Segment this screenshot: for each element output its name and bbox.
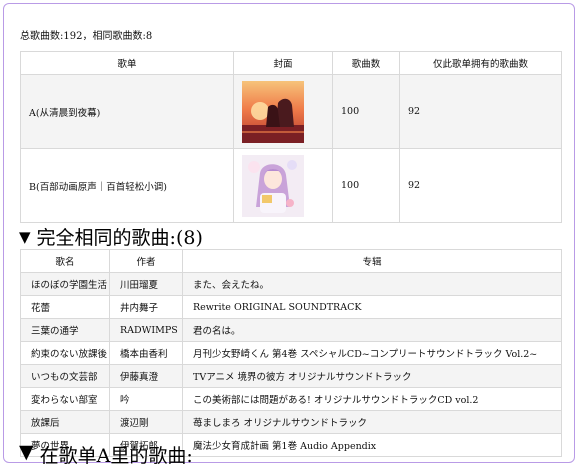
- artist-name: 川田瑠夏: [109, 272, 183, 296]
- playlist-table: 歌单 封面 歌曲数 仅此歌单拥有的歌曲数 A(从清晨到夜幕) 100 92 B(…: [20, 51, 562, 223]
- playlist-name: A(从清晨到夜幕): [20, 74, 234, 149]
- table-row: ほのぼの学園生活 川田瑠夏 また、会えたね。: [20, 272, 562, 296]
- triangle-down-icon: ▼: [19, 227, 31, 246]
- artist-name: 渡辺剛: [109, 410, 183, 434]
- next-section-toggle[interactable]: ▼ 在歌单A里的歌曲:: [19, 441, 193, 468]
- song-count: 100: [332, 74, 400, 149]
- header-artist: 作者: [109, 249, 183, 273]
- artist-name: RADWIMPS: [109, 318, 183, 342]
- album-name: 君の名は。: [182, 318, 562, 342]
- song-name: 変わらない部室: [20, 387, 110, 411]
- table-row: いつもの文芸部 伊藤真澄 TVアニメ 境界の彼方 オリジナルサウンドトラック: [20, 364, 562, 388]
- song-name: 放課后: [20, 410, 110, 434]
- song-name: 花蕾: [20, 295, 110, 319]
- same-songs-toggle[interactable]: ▼ 完全相同的歌曲:(8): [19, 223, 203, 250]
- song-name: 三葉の通学: [20, 318, 110, 342]
- unique-count: 92: [399, 148, 562, 223]
- unique-count: 92: [399, 74, 562, 149]
- playlist-name: B(百部动画原声｜百首轻松小调): [20, 148, 234, 223]
- album-name: TVアニメ 境界の彼方 オリジナルサウンドトラック: [182, 364, 562, 388]
- header-unique-count: 仅此歌单拥有的歌曲数: [399, 51, 562, 75]
- album-name: この美術部には問題がある! オリジナルサウンドトラックCD vol.2: [182, 387, 562, 411]
- artist-name: 吟: [109, 387, 183, 411]
- table-row: A(从清晨到夜幕) 100 92: [20, 74, 562, 149]
- header-album: 专辑: [182, 249, 562, 273]
- album-name: 魔法少女育成計画 第1巻 Audio Appendix: [182, 433, 562, 457]
- song-name: ほのぼの学園生活: [20, 272, 110, 296]
- table-row: 放課后 渡辺剛 苺ましまろ オリジナルサウンドトラック: [20, 410, 562, 434]
- album-name: 月刊少女野崎くん 第4巻 スペシャルCD~コンプリートサウンドトラック Vol.…: [182, 341, 562, 365]
- same-songs-table: 歌名 作者 专辑 ほのぼの学園生活 川田瑠夏 また、会えたね。 花蕾 井内舞子 …: [20, 249, 562, 457]
- table-row: 変わらない部室 吟 この美術部には問題がある! オリジナルサウンドトラックCD …: [20, 387, 562, 411]
- header-playlist: 歌单: [20, 51, 234, 75]
- triangle-down-icon: ▼: [19, 441, 34, 463]
- album-name: Rewrite ORIGINAL SOUNDTRACK: [182, 295, 562, 319]
- album-name: 苺ましまろ オリジナルサウンドトラック: [182, 410, 562, 434]
- table-row: B(百部动画原声｜百首轻松小调) 100 92: [20, 148, 562, 223]
- table-row: 約束のない放課後 橋本由香利 月刊少女野崎くん 第4巻 スペシャルCD~コンプリ…: [20, 341, 562, 365]
- artist-name: 伊藤真澄: [109, 364, 183, 388]
- table-row: 三葉の通学 RADWIMPS 君の名は。: [20, 318, 562, 342]
- song-count: 100: [332, 148, 400, 223]
- header-cover: 封面: [233, 51, 333, 75]
- song-name: 約束のない放課後: [20, 341, 110, 365]
- table-row: 花蕾 井内舞子 Rewrite ORIGINAL SOUNDTRACK: [20, 295, 562, 319]
- section-title: 完全相同的歌曲:(8): [36, 227, 203, 249]
- summary-text: 总歌曲数:192，相同歌曲数:8: [20, 31, 153, 42]
- artist-name: 橋本由香利: [109, 341, 183, 365]
- section-title: 在歌单A里的歌曲:: [39, 445, 193, 467]
- artist-name: 井内舞子: [109, 295, 183, 319]
- header-song: 歌名: [20, 249, 110, 273]
- sunset-couple-cover-art: [242, 80, 304, 143]
- anime-girl-cover-art: [242, 154, 304, 217]
- album-name: また、会えたね。: [182, 272, 562, 296]
- header-count: 歌曲数: [332, 51, 400, 75]
- song-name: いつもの文芸部: [20, 364, 110, 388]
